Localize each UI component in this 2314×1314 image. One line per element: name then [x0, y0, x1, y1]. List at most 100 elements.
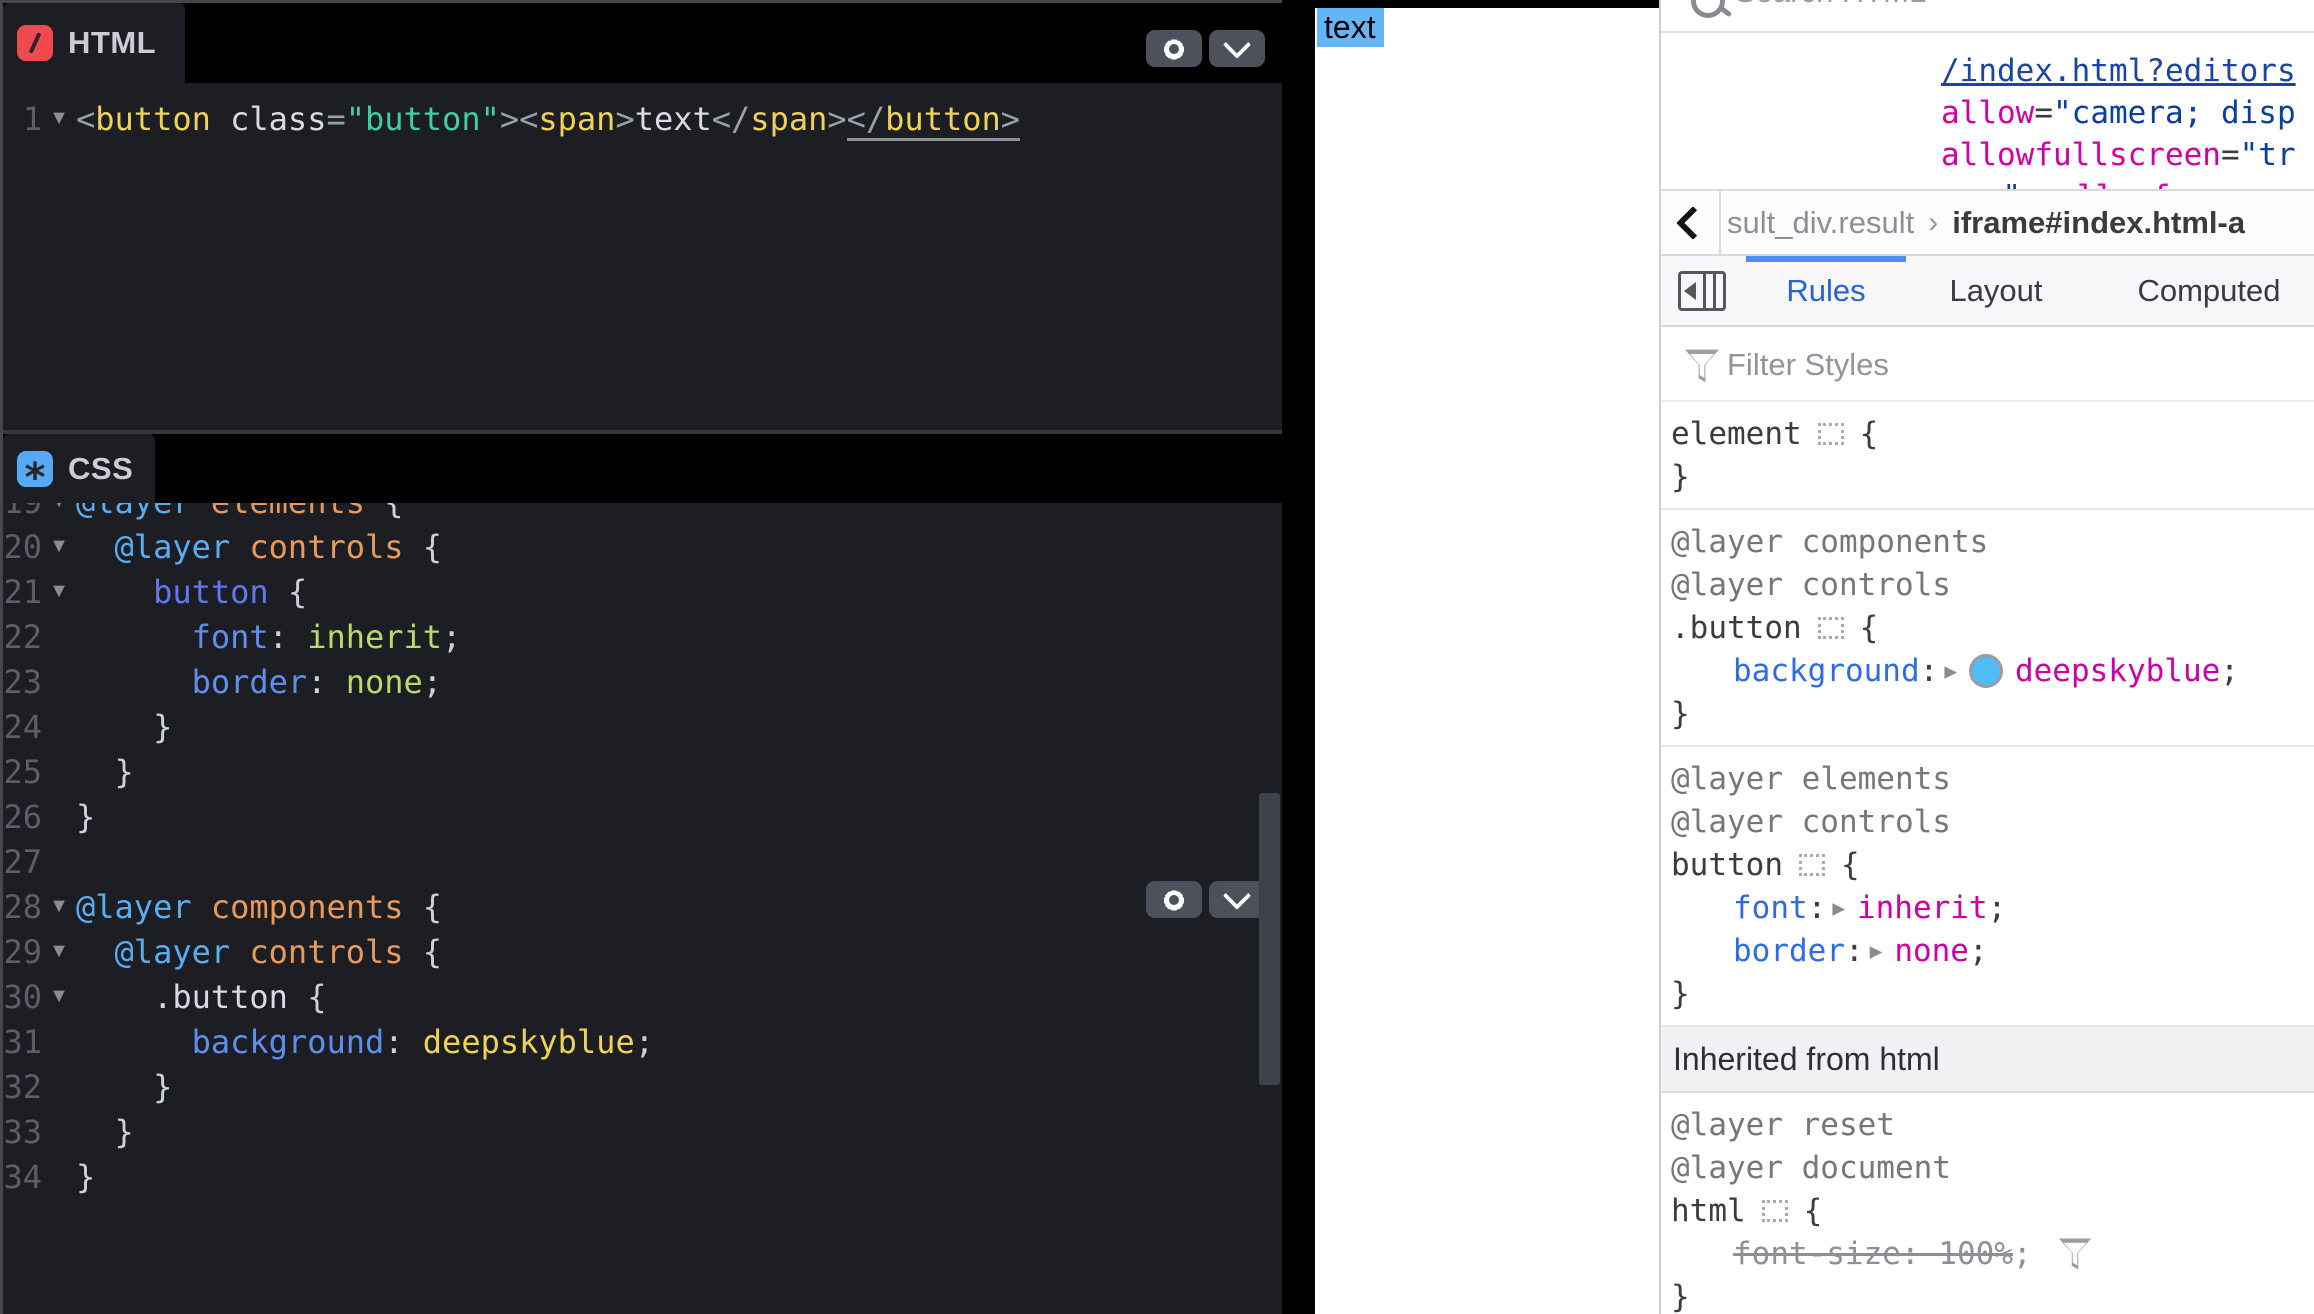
editor-line[interactable]: 23 border: none; [0, 659, 1256, 704]
expand-arrow-icon[interactable]: ▶ [1944, 659, 1957, 683]
token: > [827, 100, 846, 138]
color-swatch[interactable] [1969, 654, 2003, 688]
html-editor-tab[interactable]: HTML [3, 3, 185, 83]
rule-selector-line[interactable]: html{ [1671, 1189, 2314, 1232]
rule-selector-line[interactable]: @layer controls [1671, 800, 2314, 843]
markup-line[interactable]: allowfullscreen="tr [1941, 134, 2314, 176]
editor-line[interactable]: 20▼ @layer controls { [0, 524, 1256, 569]
expand-arrow-icon[interactable]: ▶ [1870, 939, 1883, 963]
html-settings-button[interactable] [1146, 30, 1202, 67]
fold-arrow-icon[interactable]: ▼ [42, 985, 76, 1008]
token: { [269, 573, 308, 611]
breadcrumb-back-button[interactable] [1661, 191, 1721, 254]
expand-arrow-icon[interactable]: ▶ [1832, 896, 1845, 920]
filter-styles-row[interactable]: Filter Styles [1661, 327, 2314, 402]
rule-selector-line[interactable]: @layer document [1671, 1146, 2314, 1189]
editor-line[interactable]: 31 background: deepskyblue; [0, 1019, 1256, 1064]
token: { [404, 528, 443, 566]
editor-line[interactable]: 26} [0, 794, 1256, 839]
editor-line[interactable]: 32 } [0, 1064, 1256, 1109]
rule-selector-line[interactable]: @layer controls [1671, 563, 2314, 606]
breadcrumb-current-node[interactable]: iframe#index.html-a [1952, 205, 2245, 241]
editor-line[interactable]: 25 } [0, 749, 1256, 794]
fold-arrow-icon[interactable]: ▼ [42, 895, 76, 918]
chevron-left-icon [1676, 206, 1710, 240]
html-code-editor[interactable]: 1▼<button class="button"><span>text</spa… [0, 83, 1282, 443]
rule-selector-line[interactable]: @layer reset [1671, 1103, 2314, 1146]
token: } [76, 1068, 172, 1106]
breadcrumb-parent-node[interactable]: sult_div.result [1727, 205, 1914, 241]
token: > [1001, 100, 1020, 141]
token: font [1733, 890, 1808, 926]
editor-line[interactable]: 29▼ @layer controls { [0, 929, 1256, 974]
tab-rules[interactable]: Rules [1746, 256, 1906, 325]
css-editor-tab[interactable]: * CSS [3, 434, 155, 503]
fold-arrow-icon[interactable]: ▼ [42, 940, 76, 963]
line-number: 19 [0, 503, 42, 521]
editor-line[interactable]: 28▼@layer components { [0, 884, 1256, 929]
token: elements [192, 503, 365, 521]
line-number: 25 [0, 753, 42, 791]
css-panel-header: * CSS [0, 434, 1282, 503]
token: { [1860, 610, 1879, 646]
three-pane-toggle-icon[interactable] [1678, 271, 1726, 311]
rule-selector-line[interactable]: .button{ [1671, 606, 2314, 649]
tab-computed[interactable]: Computed [2124, 256, 2294, 325]
rule-selector-line[interactable]: @layer elements [1671, 757, 2314, 800]
css-code-editor[interactable]: 19▼@layer elements {20▼ @layer controls … [0, 503, 1256, 1314]
token: < [76, 100, 95, 138]
css-rule: @layer elements@layer controlsbutton{fon… [1661, 747, 2314, 1027]
grid-highlighter-icon[interactable] [1818, 617, 1844, 639]
rule-declaration[interactable]: border:▶none; [1671, 929, 2314, 972]
token: > [615, 100, 634, 138]
css-rule: element{} [1661, 402, 2314, 510]
token [2021, 179, 2058, 189]
highlighted-button-element[interactable]: text [1317, 8, 1384, 47]
token: { [288, 978, 327, 1016]
markup-line[interactable]: /index.html?editors [1941, 50, 2314, 92]
token: allow [1941, 95, 2034, 131]
editor-line[interactable]: 33 } [0, 1109, 1256, 1154]
search-html-row[interactable]: Search HTML [1661, 0, 2314, 33]
rule-declaration[interactable]: font-size: 100%; [1671, 1232, 2314, 1275]
code-text: } [76, 1113, 134, 1151]
editor-line[interactable]: 27 [0, 839, 1256, 884]
gear-icon [1161, 36, 1187, 62]
token: @layer [76, 503, 192, 521]
grid-highlighter-icon[interactable] [1762, 1200, 1788, 1222]
editor-line[interactable]: 19▼@layer elements { [0, 503, 1256, 524]
token: allowfullscreen [1941, 137, 2221, 173]
rule-declaration[interactable]: font:▶inherit; [1671, 886, 2314, 929]
grid-highlighter-icon[interactable] [1818, 423, 1844, 445]
editor-line[interactable]: 21▼ button { [0, 569, 1256, 614]
editor-line[interactable]: 34} [0, 1154, 1256, 1199]
line-number: 34 [0, 1158, 42, 1196]
token: @layer [76, 528, 230, 566]
grid-highlighter-icon[interactable] [1799, 854, 1825, 876]
fold-arrow-icon[interactable]: ▼ [42, 580, 76, 603]
editor-line[interactable]: 24 } [0, 704, 1256, 749]
result-preview-pane [1315, 0, 1659, 1314]
fold-arrow-icon[interactable]: ▼ [42, 107, 76, 130]
editor-line[interactable]: 1▼<button class="button"><span>text</spa… [0, 96, 1282, 141]
editor-line[interactable]: 22 font: inherit; [0, 614, 1256, 659]
code-text: font: inherit; [76, 618, 461, 656]
rule-selector-line[interactable]: button{ [1671, 843, 2314, 886]
rule-selector-line[interactable]: element{ [1671, 412, 2314, 455]
fold-arrow-icon[interactable]: ▼ [42, 503, 76, 513]
markup-view[interactable]: /index.html?editorsallow="camera; dispal… [1661, 35, 2314, 189]
markup-line[interactable]: ue" allowf [1965, 176, 2314, 189]
fold-arrow-icon[interactable]: ▼ [42, 535, 76, 558]
code-text: @layer elements { [76, 503, 404, 521]
tab-layout[interactable]: Layout [1921, 256, 2071, 325]
rule-declaration[interactable]: background:▶deepskyblue; [1671, 649, 2314, 692]
rule-selector-line[interactable]: @layer components [1671, 520, 2314, 563]
markup-line[interactable]: allow="camera; disp [1941, 92, 2314, 134]
overridden-filter-icon[interactable] [2059, 1237, 2091, 1269]
token: } [1671, 976, 1690, 1012]
css-editor-scrollbar[interactable] [1259, 793, 1280, 1085]
token: class [211, 100, 327, 138]
token: button [1671, 847, 1783, 883]
editor-line[interactable]: 30▼ .button { [0, 974, 1256, 1019]
html-collapse-button[interactable] [1209, 30, 1265, 67]
